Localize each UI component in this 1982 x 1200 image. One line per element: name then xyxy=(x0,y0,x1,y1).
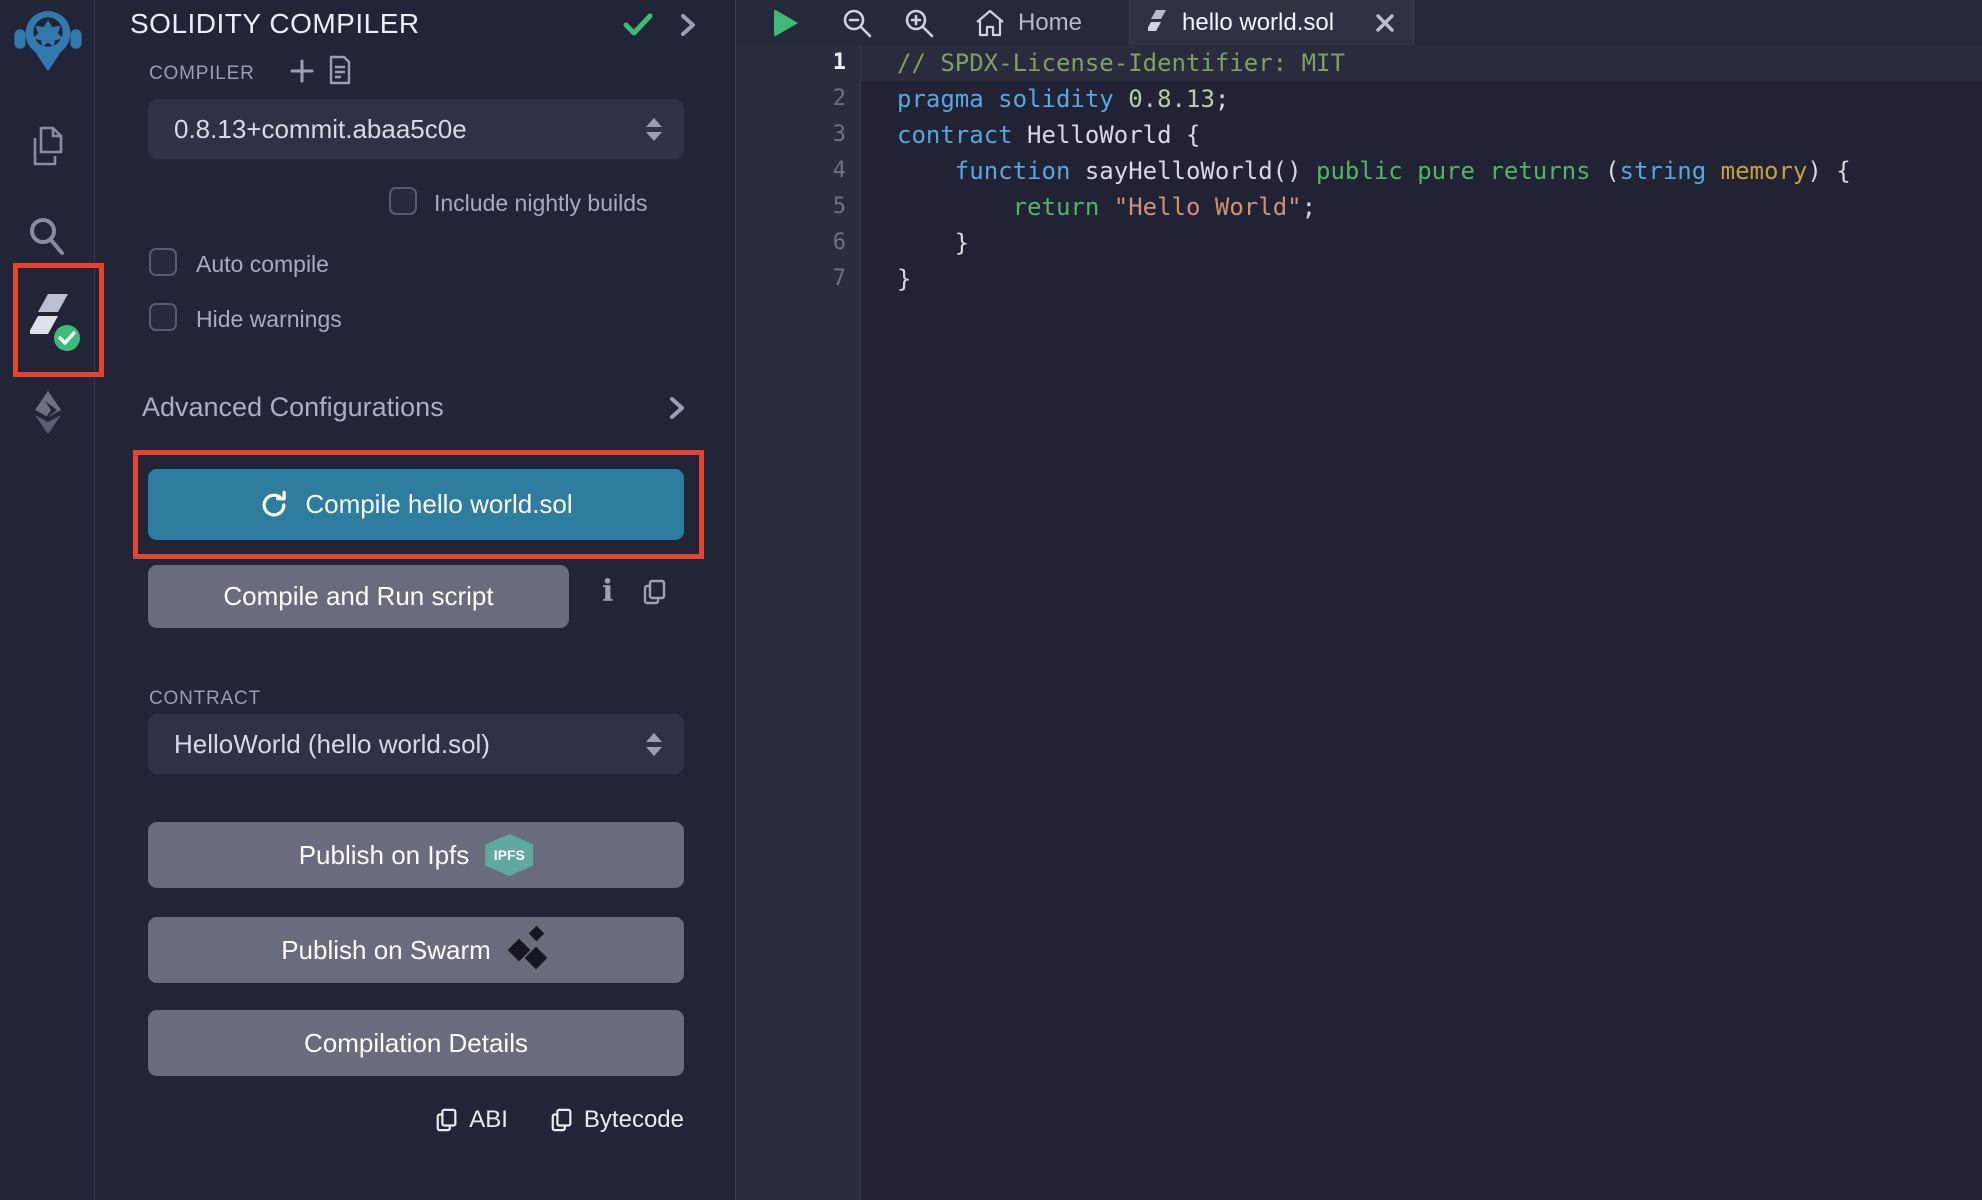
zoom-out-icon[interactable] xyxy=(840,0,874,45)
refresh-icon xyxy=(259,490,289,520)
auto-compile-checkbox[interactable] xyxy=(149,248,177,276)
close-tab-icon[interactable] xyxy=(1375,13,1395,33)
compile-and-run-button[interactable]: Compile and Run script xyxy=(148,565,569,628)
copy-abi-button[interactable]: ABI xyxy=(435,1106,508,1134)
solidity-file-icon xyxy=(1148,9,1170,37)
include-nightly-label: Include nightly builds xyxy=(434,190,648,217)
code-line-text[interactable]: contract HelloWorld { xyxy=(861,117,1982,153)
compiler-section-label: COMPILER xyxy=(149,63,255,85)
line-number[interactable]: 2 xyxy=(736,81,861,117)
solidity-compiler-icon[interactable] xyxy=(30,292,80,354)
code-line[interactable]: 2pragma solidity 0.8.13; xyxy=(736,81,1982,117)
solidity-compiler-panel: SOLIDITY COMPILER COMPILER 0.8.13+commit… xyxy=(96,0,735,1200)
select-caret-icon xyxy=(646,118,662,141)
compiler-doc-icon[interactable] xyxy=(328,55,352,85)
copy-icon xyxy=(550,1106,574,1134)
info-icon[interactable]: i xyxy=(602,574,613,609)
code-lines[interactable]: 1// SPDX-License-Identifier: MIT2pragma … xyxy=(736,45,1982,297)
compile-and-run-label: Compile and Run script xyxy=(223,581,493,612)
add-compiler-icon[interactable] xyxy=(289,58,315,84)
hide-warnings-label: Hide warnings xyxy=(196,306,342,333)
compiler-version-value: 0.8.13+commit.abaa5c0e xyxy=(174,114,467,145)
activity-bar xyxy=(0,0,95,1200)
contract-select-value: HelloWorld (hello world.sol) xyxy=(174,729,490,760)
tab-home-label: Home xyxy=(1018,9,1082,37)
advanced-configurations-label[interactable]: Advanced Configurations xyxy=(142,392,444,423)
hide-warnings-checkbox[interactable] xyxy=(149,303,177,331)
code-line-text[interactable]: // SPDX-License-Identifier: MIT xyxy=(861,45,1982,81)
code-line[interactable]: 3contract HelloWorld { xyxy=(736,117,1982,153)
panel-collapse-chevron-icon[interactable] xyxy=(680,13,696,37)
compile-button[interactable]: Compile hello world.sol xyxy=(148,469,684,540)
advanced-chevron-icon[interactable] xyxy=(669,396,685,420)
panel-title: SOLIDITY COMPILER xyxy=(130,8,420,40)
publish-swarm-button[interactable]: Publish on Swarm xyxy=(148,917,684,983)
remix-ide-window: SOLIDITY COMPILER COMPILER 0.8.13+commit… xyxy=(0,0,1982,1200)
run-script-play-icon[interactable] xyxy=(774,0,798,45)
swarm-icon xyxy=(507,928,551,972)
line-number[interactable]: 7 xyxy=(736,261,861,297)
abi-label: ABI xyxy=(469,1106,508,1134)
search-icon[interactable] xyxy=(26,215,66,257)
deploy-run-icon[interactable] xyxy=(24,388,72,436)
home-icon xyxy=(974,8,1006,38)
bytecode-label: Bytecode xyxy=(584,1106,684,1134)
code-line-text[interactable]: } xyxy=(861,261,1982,297)
editor-area: Home hello world.sol 1// SPDX-License-Id… xyxy=(735,0,1982,1200)
compile-button-label: Compile hello world.sol xyxy=(305,489,572,520)
contract-select[interactable]: HelloWorld (hello world.sol) xyxy=(148,714,684,774)
tab-hello-world-sol[interactable]: hello world.sol xyxy=(1129,0,1414,45)
code-line[interactable]: 6 } xyxy=(736,225,1982,261)
line-number[interactable]: 6 xyxy=(736,225,861,261)
copy-icon xyxy=(435,1106,459,1134)
code-line-text[interactable]: function sayHelloWorld() public pure ret… xyxy=(861,153,1982,189)
line-number[interactable]: 3 xyxy=(736,117,861,153)
compilation-details-button[interactable]: Compilation Details xyxy=(148,1010,684,1076)
code-line[interactable]: 5 return "Hello World"; xyxy=(736,189,1982,225)
remix-logo[interactable] xyxy=(12,4,84,74)
code-line[interactable]: 4 function sayHelloWorld() public pure r… xyxy=(736,153,1982,189)
publish-ipfs-button[interactable]: Publish on Ipfs IPFS xyxy=(148,822,684,888)
compiler-version-select[interactable]: 0.8.13+commit.abaa5c0e xyxy=(148,99,684,159)
contract-section-label: CONTRACT xyxy=(149,688,261,710)
file-explorer-icon[interactable] xyxy=(26,124,70,170)
tab-file-label: hello world.sol xyxy=(1182,9,1334,37)
code-line[interactable]: 1// SPDX-License-Identifier: MIT xyxy=(736,45,1982,81)
copy-bytecode-button[interactable]: Bytecode xyxy=(550,1106,684,1134)
line-number[interactable]: 1 xyxy=(736,45,861,81)
line-number[interactable]: 4 xyxy=(736,153,861,189)
code-line[interactable]: 7} xyxy=(736,261,1982,297)
artifact-copy-row: ABI Bytecode xyxy=(148,1106,684,1134)
compile-success-check-icon xyxy=(623,12,653,38)
editor-tabbar: Home hello world.sol xyxy=(736,0,1982,45)
auto-compile-label: Auto compile xyxy=(196,251,329,278)
zoom-in-icon[interactable] xyxy=(902,0,936,45)
code-line-text[interactable]: } xyxy=(861,225,1982,261)
include-nightly-checkbox[interactable] xyxy=(389,187,417,215)
code-line-text[interactable]: pragma solidity 0.8.13; xyxy=(861,81,1982,117)
publish-swarm-label: Publish on Swarm xyxy=(281,935,491,966)
tab-home[interactable]: Home xyxy=(974,0,1082,45)
ipfs-icon: IPFS xyxy=(485,834,533,876)
compilation-details-label: Compilation Details xyxy=(304,1028,528,1059)
publish-ipfs-label: Publish on Ipfs xyxy=(299,840,470,871)
line-number[interactable]: 5 xyxy=(736,189,861,225)
code-line-text[interactable]: return "Hello World"; xyxy=(861,189,1982,225)
copy-icon[interactable] xyxy=(642,578,668,606)
select-caret-icon xyxy=(646,733,662,756)
